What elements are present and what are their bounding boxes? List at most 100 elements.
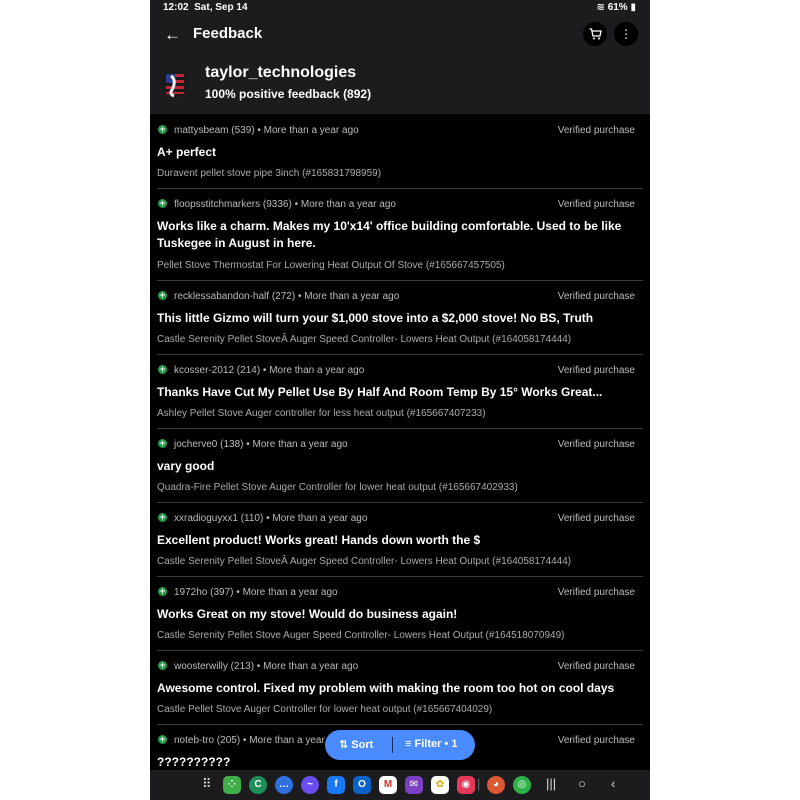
sort-filter-bar: ⇅ Sort ≡ Filter • 1 (325, 730, 475, 760)
feedback-user[interactable]: noteb-tro (205) (174, 735, 240, 746)
feedback-product[interactable]: Castle Serenity Pellet StoveÂ Auger Spee… (157, 556, 571, 567)
phone-app-icon[interactable]: C (249, 776, 267, 794)
app-icon[interactable]: ⁘ (223, 776, 241, 794)
plus-circle-icon: + (158, 734, 167, 744)
feedback-user[interactable]: floopsstitchmarkers (9336) (174, 199, 292, 210)
messenger-app-icon[interactable]: ~ (301, 776, 319, 794)
filter-button[interactable]: ≡ Filter • 1 (405, 738, 457, 750)
sort-button[interactable]: ⇅ Sort (339, 738, 373, 751)
feedback-comment: A+ perfect (157, 145, 217, 159)
feedback-item: + woosterwilly (213) • More than a year … (157, 654, 643, 725)
feedback-comment: Works like a charm. Makes my 10'x14' off… (157, 219, 622, 250)
feedback-user[interactable]: recklessabandon-half (272) (174, 291, 295, 302)
verified-purchase-label: Verified purchase (557, 365, 635, 376)
feedback-meta: mattysbeam (539) • More than a year ago (174, 125, 359, 136)
feedback-item: + xxradioguyxx1 (110) • More than a year… (157, 506, 643, 577)
more-vertical-icon: ⋮ (620, 27, 632, 41)
app-grid-icon[interactable]: ⠿ (202, 776, 212, 792)
seller-name[interactable]: taylor_technologies (205, 64, 356, 82)
chrome-app-icon[interactable]: ◎ (513, 776, 531, 794)
email-app-icon[interactable]: ✉ (405, 776, 423, 794)
verified-purchase-label: Verified purchase (557, 661, 635, 672)
sort-label: Sort (351, 739, 374, 751)
plus-circle-icon: + (158, 438, 167, 448)
status-bar: 12:02 Sat, Sep 14 ≋ 61% ▮ (150, 0, 650, 16)
cart-button[interactable] (583, 22, 607, 46)
plus-circle-icon: + (158, 586, 167, 596)
camera-app-icon[interactable]: ◉ (457, 776, 475, 794)
feedback-item: + mattysbeam (539) • More than a year ag… (157, 118, 643, 189)
duckduckgo-app-icon[interactable]: ◕ (487, 776, 505, 794)
feedback-comment: Thanks Have Cut My Pellet Use By Half An… (157, 385, 603, 399)
plus-circle-icon: + (158, 198, 167, 208)
verified-purchase-label: Verified purchase (557, 291, 635, 302)
gmail-app-icon[interactable]: M (379, 776, 397, 794)
recents-icon[interactable]: ||| (546, 776, 556, 791)
feedback-comment: Works Great on my stove! Would do busine… (157, 607, 458, 621)
feedback-user[interactable]: 1972ho (397) (174, 587, 234, 598)
feedback-meta: jocherve0 (138) • More than a year ago (174, 439, 348, 450)
verified-purchase-label: Verified purchase (557, 199, 635, 210)
home-icon[interactable]: ○ (578, 776, 586, 791)
wifi-icon: ≋ (596, 2, 605, 13)
feedback-item: + recklessabandon-half (272) • More than… (157, 284, 643, 355)
facebook-app-icon[interactable]: f (327, 776, 345, 794)
feedback-product[interactable]: Quadra-Fire Pellet Stove Auger Controlle… (157, 482, 518, 493)
feedback-date: More than a year ago (263, 661, 359, 672)
photos-app-icon[interactable]: ✿ (431, 776, 449, 794)
verified-purchase-label: Verified purchase (557, 587, 635, 598)
cart-icon (589, 28, 602, 40)
feedback-product[interactable]: Duravent pellet stove pipe 3inch (#16583… (157, 168, 381, 179)
feedback-product[interactable]: Castle Serenity Pellet Stove Auger Speed… (157, 630, 564, 641)
more-options-button[interactable]: ⋮ (614, 22, 638, 46)
feedback-item: + floopsstitchmarkers (9336) • More than… (157, 192, 643, 281)
plus-circle-icon: + (158, 512, 167, 522)
feedback-user[interactable]: kcosser-2012 (214) (174, 365, 260, 376)
feedback-product[interactable]: Castle Serenity Pellet StoveÂ Auger Spee… (157, 334, 571, 345)
feedback-comment: This little Gizmo will turn your $1,000 … (157, 311, 594, 325)
feedback-user[interactable]: mattysbeam (539) (174, 125, 255, 136)
phone-screen: 12:02 Sat, Sep 14 ≋ 61% ▮ ← Feedback ⋮ t… (150, 0, 650, 800)
feedback-date: More than a year ago (304, 291, 400, 302)
dock-divider: | (477, 776, 481, 791)
page-header: ← Feedback ⋮ taylor_technologies 100% po… (150, 16, 650, 114)
back-nav-icon[interactable]: ‹ (611, 776, 615, 791)
feedback-meta: recklessabandon-half (272) • More than a… (174, 291, 400, 302)
plus-circle-icon: + (158, 364, 167, 374)
feedback-product[interactable]: Ashley Pellet Stove Auger controller for… (157, 408, 486, 419)
filter-label: Filter • 1 (414, 738, 458, 750)
verified-purchase-label: Verified purchase (557, 439, 635, 450)
android-nav-bar: ⠿ ⁘ C … ~ f O M ✉ ✿ ◉ | ◕ ◎ ||| ○ ‹ (150, 770, 650, 800)
seller-avatar[interactable] (160, 68, 190, 98)
feedback-list: + mattysbeam (539) • More than a year ag… (150, 114, 650, 770)
feedback-product[interactable]: Castle Pellet Stove Auger Controller for… (157, 704, 492, 715)
feedback-item: + 1972ho (397) • More than a year ago Ve… (157, 580, 643, 651)
feedback-date: More than a year ago (242, 587, 338, 598)
flag-avatar-icon (160, 68, 190, 98)
outlook-app-icon[interactable]: O (353, 776, 371, 794)
feedback-date: More than a year ago (272, 513, 368, 524)
feedback-comment: vary good (157, 459, 215, 473)
filter-icon: ≡ (405, 738, 412, 750)
feedback-user[interactable]: xxradioguyxx1 (110) (174, 513, 263, 524)
sort-icon: ⇅ (339, 739, 349, 751)
feedback-meta: woosterwilly (213) • More than a year ag… (174, 661, 359, 672)
feedback-date: More than a year ago (263, 125, 359, 136)
feedback-product[interactable]: Pellet Stove Thermostat For Lowering Hea… (157, 260, 505, 271)
feedback-user[interactable]: woosterwilly (213) (174, 661, 254, 672)
back-arrow-icon[interactable]: ← (164, 25, 182, 45)
feedback-comment: Excellent product! Works great! Hands do… (157, 533, 481, 547)
messages-app-icon[interactable]: … (275, 776, 293, 794)
verified-purchase-label: Verified purchase (557, 125, 635, 136)
battery-icon: ▮ (630, 2, 636, 13)
verified-purchase-label: Verified purchase (557, 735, 635, 746)
plus-circle-icon: + (158, 660, 167, 670)
feedback-date: More than a year ago (300, 199, 396, 210)
feedback-item: + jocherve0 (138) • More than a year ago… (157, 432, 643, 503)
feedback-comment: Awesome control. Fixed my problem with m… (157, 681, 615, 695)
battery-level: 61% (607, 2, 628, 13)
feedback-user[interactable]: jocherve0 (138) (174, 439, 243, 450)
feedback-meta: 1972ho (397) • More than a year ago (174, 587, 338, 598)
plus-circle-icon: + (158, 124, 167, 134)
page-title: Feedback (193, 25, 263, 42)
